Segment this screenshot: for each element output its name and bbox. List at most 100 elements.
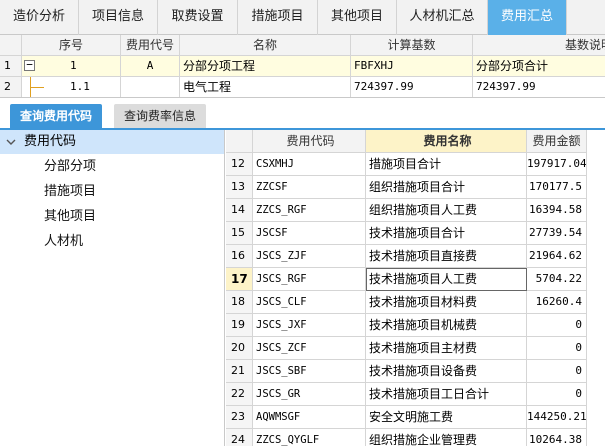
- table-row[interactable]: 2 1.1 电气工程 724397.99 724397.99: [0, 77, 605, 97]
- tab-query-fee-code[interactable]: 查询费用代码: [10, 104, 103, 129]
- fee-amount-cell[interactable]: 16394.58: [527, 199, 587, 222]
- fee-amount-cell[interactable]: 21964.62: [527, 245, 587, 268]
- fee-name-cell[interactable]: 技术措施项目工日合计: [366, 383, 527, 406]
- table-row[interactable]: 17 JSCS_RGF 技术措施项目人工费 5704.22: [226, 268, 605, 291]
- name-cell[interactable]: 分部分项工程: [180, 56, 351, 77]
- seq-cell[interactable]: − 1: [22, 56, 121, 77]
- col-header-fee-code[interactable]: 费用代码: [253, 130, 366, 153]
- col-header-fee-amount[interactable]: 费用金额: [527, 130, 587, 153]
- tab-cost-analysis[interactable]: 造价分析: [0, 0, 79, 35]
- fee-code-cell[interactable]: JSCS_CLF: [253, 291, 366, 314]
- base-cell[interactable]: 724397.99: [351, 77, 473, 97]
- fee-amount-cell[interactable]: 5704.22: [527, 268, 587, 291]
- top-tab-bar: 造价分析 项目信息 取费设置 措施项目 其他项目 人材机汇总 费用汇总: [0, 0, 605, 35]
- fee-amount-cell[interactable]: 197917.04: [527, 153, 587, 176]
- table-row[interactable]: 16 JSCS_ZJF 技术措施项目直接费 21964.62: [226, 245, 605, 268]
- col-header-fee-name[interactable]: 费用名称: [366, 130, 527, 153]
- fee-code-cell[interactable]: JSCS_RGF: [253, 268, 366, 291]
- fee-code-cell[interactable]: CSXMHJ: [253, 153, 366, 176]
- fee-name-cell[interactable]: 技术措施项目人工费: [366, 268, 527, 291]
- table-row[interactable]: 22 JSCS_GR 技术措施项目工日合计 0: [226, 383, 605, 406]
- table-row[interactable]: 1 − 1 A 分部分项工程 FBFXHJ 分部分项合计: [0, 56, 605, 77]
- fee-amount-cell[interactable]: 0: [527, 383, 587, 406]
- chevron-down-icon[interactable]: [6, 137, 16, 147]
- fee-name-cell[interactable]: 技术措施项目材料费: [366, 291, 527, 314]
- table-row[interactable]: 15 JSCSF 技术措施项目合计 27739.54: [226, 222, 605, 245]
- collapse-icon[interactable]: −: [24, 59, 35, 71]
- col-header-seq[interactable]: 序号: [22, 35, 121, 56]
- col-header-code[interactable]: 费用代号: [121, 35, 180, 56]
- table-row[interactable]: 24 ZZCS_QYGLF 组织措施企业管理费 10264.38: [226, 429, 605, 446]
- grid-header-row: 费用代码 费用名称 费用金额: [226, 130, 605, 153]
- tree-item-subitems[interactable]: 分部分项: [0, 154, 224, 179]
- fee-name-cell[interactable]: 技术措施项目机械费: [366, 314, 527, 337]
- row-number: 19: [226, 314, 253, 337]
- fee-name-cell[interactable]: 组织措施企业管理费: [366, 429, 527, 446]
- row-number: 2: [0, 77, 22, 97]
- tab-query-fee-rate[interactable]: 查询费率信息: [114, 104, 207, 129]
- fee-amount-cell[interactable]: 16260.4: [527, 291, 587, 314]
- fee-name-cell[interactable]: 技术措施项目直接费: [366, 245, 527, 268]
- tab-project-info[interactable]: 项目信息: [79, 0, 158, 35]
- fee-amount-cell[interactable]: 10264.38: [527, 429, 587, 446]
- base-cell[interactable]: FBFXHJ: [351, 56, 473, 77]
- tree-item-labor-material[interactable]: 人材机: [0, 229, 224, 254]
- tab-fee-settings[interactable]: 取费设置: [158, 0, 238, 35]
- grid-header-row: 序号 费用代号 名称 计算基数 基数说明: [0, 35, 605, 56]
- fee-code-cell[interactable]: JSCS_ZCF: [253, 337, 366, 360]
- tree-item-other[interactable]: 其他项目: [0, 204, 224, 229]
- fee-code-cell[interactable]: AQWMSGF: [253, 406, 366, 429]
- seq-value: 1.1: [70, 80, 90, 93]
- fee-code-cell[interactable]: JSCS_SBF: [253, 360, 366, 383]
- fee-code-cell[interactable]: JSCSF: [253, 222, 366, 245]
- table-row[interactable]: 19 JSCS_JXF 技术措施项目机械费 0: [226, 314, 605, 337]
- corner-cell: [226, 130, 253, 153]
- col-header-base[interactable]: 计算基数: [351, 35, 473, 56]
- fee-code-cell[interactable]: ZZCS_RGF: [253, 199, 366, 222]
- col-header-desc[interactable]: 基数说明: [473, 35, 605, 56]
- fee-amount-cell[interactable]: 0: [527, 337, 587, 360]
- code-cell[interactable]: [121, 77, 180, 97]
- fee-name-cell[interactable]: 技术措施项目合计: [366, 222, 527, 245]
- tab-labor-material-summary[interactable]: 人材机汇总: [397, 0, 488, 35]
- tree-root-fee-code[interactable]: 费用代码: [0, 130, 224, 154]
- fee-amount-cell[interactable]: 144250.21: [527, 406, 587, 429]
- row-number: 20: [226, 337, 253, 360]
- col-header-name[interactable]: 名称: [180, 35, 351, 56]
- fee-name-cell[interactable]: 组织措施项目合计: [366, 176, 527, 199]
- table-row[interactable]: 18 JSCS_CLF 技术措施项目材料费 16260.4: [226, 291, 605, 314]
- fee-code-cell[interactable]: ZZCS_QYGLF: [253, 429, 366, 446]
- table-row[interactable]: 13 ZZCSF 组织措施项目合计 170177.5: [226, 176, 605, 199]
- fee-amount-cell[interactable]: 0: [527, 314, 587, 337]
- desc-cell[interactable]: 724397.99: [473, 77, 605, 97]
- tab-other-items[interactable]: 其他项目: [318, 0, 397, 35]
- fee-code-cell[interactable]: JSCS_ZJF: [253, 245, 366, 268]
- fee-amount-cell[interactable]: 27739.54: [527, 222, 587, 245]
- fee-code-cell[interactable]: ZZCSF: [253, 176, 366, 199]
- fee-name-cell[interactable]: 安全文明施工费: [366, 406, 527, 429]
- row-number: 23: [226, 406, 253, 429]
- fee-name-cell[interactable]: 技术措施项目设备费: [366, 360, 527, 383]
- seq-value: 1: [70, 59, 77, 72]
- table-row[interactable]: 14 ZZCS_RGF 组织措施项目人工费 16394.58: [226, 199, 605, 222]
- tab-fee-summary[interactable]: 费用汇总: [488, 0, 567, 35]
- table-row[interactable]: 12 CSXMHJ 措施项目合计 197917.04: [226, 153, 605, 176]
- fee-amount-cell[interactable]: 170177.5: [527, 176, 587, 199]
- fee-code-cell[interactable]: JSCS_GR: [253, 383, 366, 406]
- table-row[interactable]: 23 AQWMSGF 安全文明施工费 144250.21: [226, 406, 605, 429]
- table-row[interactable]: 20 JSCS_ZCF 技术措施项目主材费 0: [226, 337, 605, 360]
- row-number: 22: [226, 383, 253, 406]
- fee-code-grid: 费用代码 费用名称 费用金额 12 CSXMHJ 措施项目合计 197917.04 13…: [226, 130, 605, 446]
- fee-name-cell[interactable]: 技术措施项目主材费: [366, 337, 527, 360]
- tree-item-measures[interactable]: 措施项目: [0, 179, 224, 204]
- fee-name-cell[interactable]: 组织措施项目人工费: [366, 199, 527, 222]
- fee-amount-cell[interactable]: 0: [527, 360, 587, 383]
- tab-measures[interactable]: 措施项目: [238, 0, 318, 35]
- desc-cell[interactable]: 分部分项合计: [473, 56, 605, 77]
- fee-name-cell[interactable]: 措施项目合计: [366, 153, 527, 176]
- table-row[interactable]: 21 JSCS_SBF 技术措施项目设备费 0: [226, 360, 605, 383]
- seq-cell[interactable]: 1.1: [22, 77, 121, 97]
- name-cell[interactable]: 电气工程: [180, 77, 351, 97]
- code-cell[interactable]: A: [121, 56, 180, 77]
- fee-code-cell[interactable]: JSCS_JXF: [253, 314, 366, 337]
